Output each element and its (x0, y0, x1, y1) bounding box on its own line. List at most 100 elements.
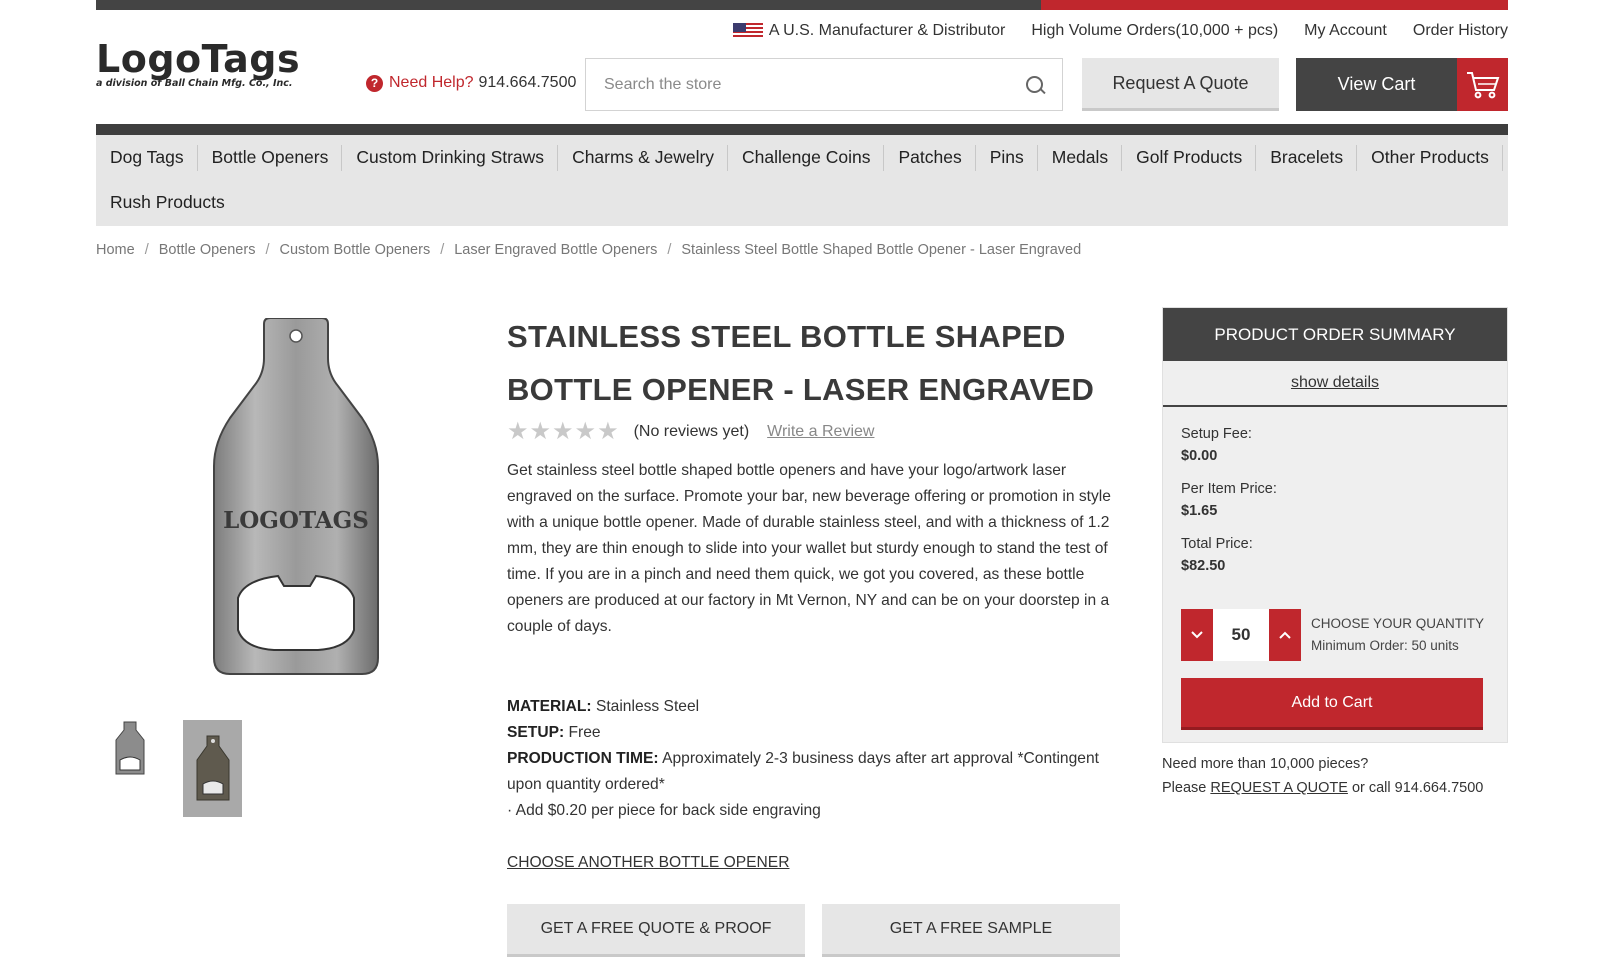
choose-another-link[interactable]: CHOOSE ANOTHER BOTTLE OPENER (507, 854, 789, 872)
spec-setup-value: Free (568, 724, 601, 741)
decrease-quantity-button[interactable] (1181, 609, 1213, 661)
nav-item-charms-jewelry[interactable]: Charms & Jewelry (558, 135, 729, 180)
per-item-label: Per Item Price: (1181, 481, 1277, 497)
high-volume-link[interactable]: High Volume Orders(10,000 + pcs) (1031, 22, 1278, 40)
setup-fee-row: Setup Fee: $0.00 (1181, 426, 1252, 464)
search-icon[interactable] (1024, 74, 1046, 96)
nav-item-bottle-openers[interactable]: Bottle Openers (198, 135, 343, 180)
total-row: Total Price: $82.50 (1181, 536, 1253, 574)
bulk-or-call: or call 914.664.7500 (1351, 780, 1484, 796)
nav-item-patches[interactable]: Patches (884, 135, 976, 180)
request-quote-button[interactable]: Request A Quote (1082, 58, 1279, 111)
top-links: A U.S. Manufacturer & Distributor High V… (707, 22, 1508, 40)
bulk-order-line2: Please REQUEST A QUOTE or call 914.664.7… (1162, 776, 1483, 800)
show-details-link[interactable]: show details (1163, 361, 1507, 407)
nav-item-other-products[interactable]: Other Products (1357, 135, 1503, 180)
quantity-stepper: CHOOSE YOUR QUANTITY Minimum Order: 50 u… (1181, 609, 1484, 661)
spec-setup: SETUP: Free (507, 720, 1137, 746)
nav-item-rush-products[interactable]: Rush Products (96, 180, 239, 225)
quantity-info: CHOOSE YOUR QUANTITY Minimum Order: 50 u… (1311, 613, 1484, 657)
nav-item-pins[interactable]: Pins (976, 135, 1038, 180)
product-thumbnail-1[interactable] (112, 720, 148, 778)
product-rating: ★ ★ ★ ★ ★ (No reviews yet) Write a Revie… (507, 420, 874, 444)
increase-quantity-button[interactable] (1269, 609, 1301, 661)
breadcrumb-custom-bottle-openers[interactable]: Custom Bottle Openers (279, 242, 430, 258)
nav-item-dog-tags[interactable]: Dog Tags (96, 135, 198, 180)
product-thumbnail-2[interactable] (183, 720, 242, 817)
free-quote-button[interactable]: GET A FREE QUOTE & PROOF (507, 904, 805, 957)
add-to-cart-button[interactable]: Add to Cart (1181, 678, 1483, 730)
logo-subtext: a division of Ball Chain Mfg. Co., Inc. (96, 78, 293, 89)
logo-text: LogoTags (96, 37, 301, 81)
breadcrumb-separator: / (144, 242, 149, 258)
rating-stars: ★ ★ ★ ★ ★ (507, 420, 620, 444)
breadcrumb-separator: / (265, 242, 270, 258)
nav-item-custom-drinking-straws[interactable]: Custom Drinking Straws (342, 135, 558, 180)
us-manufacturer-label: A U.S. Manufacturer & Distributor (768, 22, 1006, 39)
view-cart-label: View Cart (1337, 74, 1416, 94)
nav-menu: Dog Tags Bottle Openers Custom Drinking … (96, 135, 1508, 226)
spec-production: PRODUCTION TIME: Approximately 2-3 busin… (507, 746, 1137, 798)
bulk-order-line1: Need more than 10,000 pieces? (1162, 756, 1369, 772)
spec-back-side-note: · Add $0.20 per piece for back side engr… (507, 802, 821, 819)
setup-fee-value: $0.00 (1181, 448, 1218, 464)
nav-item-bracelets[interactable]: Bracelets (1256, 135, 1358, 180)
site-logo[interactable]: LogoTags a division of Ball Chain Mfg. C… (96, 38, 300, 89)
top-accent-bar (96, 0, 1508, 10)
bulk-order-note: Need more than 10,000 pieces? Please REQ… (1162, 752, 1483, 800)
per-item-value: $1.65 (1181, 503, 1218, 519)
help-contact[interactable]: ? Need Help? 914.664.7500 (366, 74, 576, 92)
reviews-count: (No reviews yet) (633, 423, 750, 440)
product-main-image[interactable]: LOGOTAGS (192, 317, 400, 678)
write-review-link[interactable]: Write a Review (767, 423, 874, 441)
nav-item-challenge-coins[interactable]: Challenge Coins (728, 135, 885, 180)
search-box (585, 58, 1063, 111)
total-label: Total Price: (1181, 536, 1253, 552)
breadcrumb-separator: / (440, 242, 445, 258)
setup-fee-label: Setup Fee: (1181, 426, 1252, 442)
product-description: Get stainless steel bottle shaped bottle… (507, 462, 1111, 635)
quantity-input[interactable] (1213, 609, 1269, 661)
spec-production-label: PRODUCTION TIME: (507, 750, 659, 767)
nav-top-rule (96, 124, 1508, 135)
breadcrumb: Home / Bottle Openers / Custom Bottle Op… (96, 242, 1081, 258)
help-phone[interactable]: 914.664.7500 (479, 74, 577, 92)
top-accent-red (1041, 0, 1508, 10)
breadcrumb-laser-engraved[interactable]: Laser Engraved Bottle Openers (454, 242, 657, 258)
chevron-up-icon (1279, 631, 1291, 639)
star-icon: ★ (507, 418, 529, 445)
nav-item-medals[interactable]: Medals (1038, 135, 1123, 180)
cart-icon (1457, 58, 1508, 111)
search-input[interactable] (586, 59, 1024, 110)
top-accent-dark (96, 0, 1041, 10)
star-icon: ★ (597, 418, 619, 445)
question-icon: ? (366, 74, 383, 92)
request-quote-link[interactable]: REQUEST A QUOTE (1210, 780, 1348, 796)
spec-material-value: Stainless Steel (595, 698, 700, 715)
spec-setup-label: SETUP: (507, 724, 565, 741)
per-item-row: Per Item Price: $1.65 (1181, 481, 1277, 519)
minimum-order-label: Minimum Order: 50 units (1311, 638, 1459, 653)
engraving-text: LOGOTAGS (223, 507, 369, 534)
nav-item-golf-products[interactable]: Golf Products (1122, 135, 1257, 180)
chevron-down-icon (1191, 631, 1203, 639)
us-flag-icon (732, 23, 763, 39)
breadcrumb-current: Stainless Steel Bottle Shaped Bottle Ope… (681, 242, 1082, 258)
bulk-please: Please (1162, 780, 1207, 796)
view-cart-button[interactable]: View Cart (1296, 58, 1508, 111)
spec-material-label: MATERIAL: (507, 698, 592, 715)
breadcrumb-separator: / (667, 242, 672, 258)
my-account-link[interactable]: My Account (1304, 22, 1387, 40)
star-icon: ★ (574, 418, 597, 445)
free-sample-button[interactable]: GET A FREE SAMPLE (822, 904, 1120, 957)
order-summary-header: PRODUCT ORDER SUMMARY (1163, 308, 1507, 361)
main-navigation: Dog Tags Bottle Openers Custom Drinking … (96, 124, 1508, 226)
spec-material: MATERIAL: Stainless Steel (507, 694, 1137, 720)
star-icon: ★ (552, 418, 574, 445)
breadcrumb-home[interactable]: Home (96, 242, 135, 258)
choose-quantity-label: CHOOSE YOUR QUANTITY (1311, 616, 1485, 631)
product-specs: MATERIAL: Stainless Steel SETUP: Free PR… (507, 694, 1137, 824)
breadcrumb-bottle-openers[interactable]: Bottle Openers (159, 242, 256, 258)
order-history-link[interactable]: Order History (1413, 22, 1508, 40)
us-manufacturer-link[interactable]: A U.S. Manufacturer & Distributor (732, 22, 1006, 40)
